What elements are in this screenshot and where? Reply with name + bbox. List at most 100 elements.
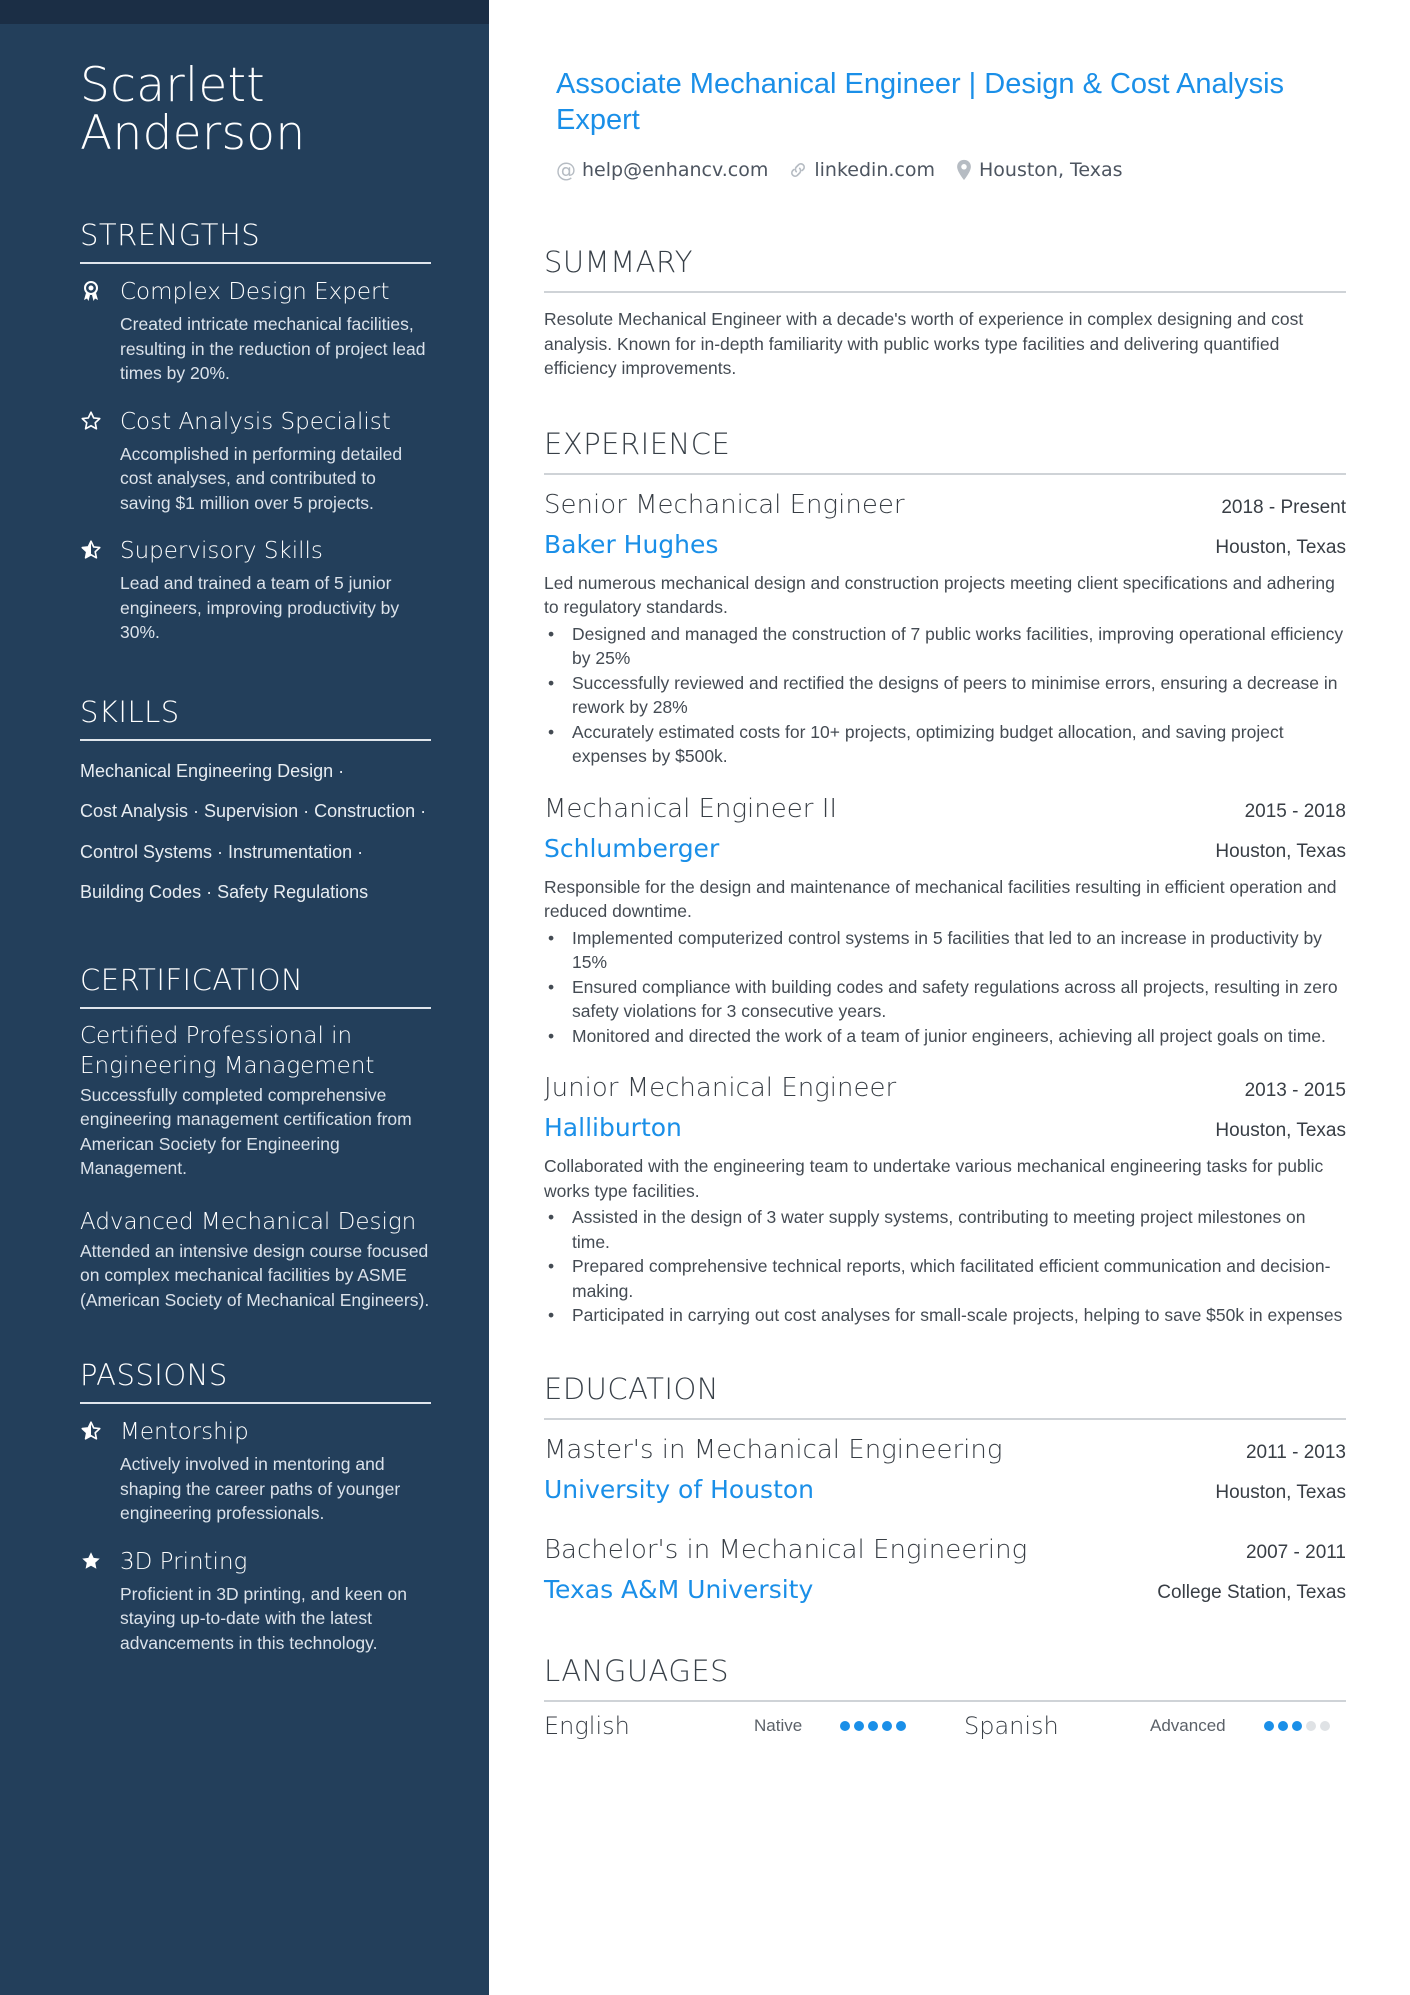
- job-bullets: Implemented computerized control systems…: [544, 926, 1346, 1049]
- language-name: English: [544, 1711, 630, 1740]
- education-subheader: Texas A&M University College Station, Te…: [544, 1570, 1346, 1610]
- certification-section: CERTIFICATION Certified Professional in …: [80, 963, 431, 1313]
- job-bullet: Prepared comprehensive technical reports…: [544, 1254, 1346, 1303]
- section-title-strengths: STRENGTHS: [80, 218, 431, 264]
- headline: Associate Mechanical Engineer | Design &…: [556, 68, 1285, 136]
- sidebar-top-band: [0, 0, 489, 24]
- job-description: Collaborated with the engineering team t…: [544, 1156, 1324, 1201]
- certification-item: Certified Professional in Engineering Ma…: [80, 1021, 431, 1181]
- section-title-education: EDUCATION: [544, 1372, 1346, 1420]
- job-bullet: Ensured compliance with building codes a…: [544, 975, 1346, 1024]
- rating-dot-empty: [1320, 1720, 1330, 1731]
- linkedin-text: linkedin.com: [814, 159, 935, 181]
- job-dates: 2015 - 2018: [1244, 800, 1346, 822]
- school[interactable]: University of Houston: [544, 1470, 814, 1510]
- strength-description: Lead and trained a team of 5 junior engi…: [120, 573, 400, 642]
- job-company[interactable]: Baker Hughes: [544, 525, 718, 565]
- award-ribbon-icon: [80, 280, 102, 302]
- job-dates: 2018 - Present: [1221, 496, 1346, 518]
- job-dates: 2013 - 2015: [1244, 1080, 1346, 1101]
- job-location: Houston, Texas: [1215, 1120, 1346, 1141]
- passions-section: PASSIONS Mentorship Actively involved in…: [80, 1358, 431, 1655]
- strength-item: Complex Design Expert Created intricate …: [80, 276, 431, 386]
- degree: Bachelor's in Mechanical Engineering: [544, 1534, 1028, 1565]
- job-title: Mechanical Engineer II: [544, 793, 838, 824]
- job-description: Responsible for the design and maintenan…: [544, 876, 1337, 922]
- job-bullet: Designed and managed the construction of…: [544, 622, 1346, 671]
- contact-email[interactable]: @ help@enhancv.com: [556, 158, 768, 182]
- location-text: Houston, Texas: [979, 159, 1123, 181]
- first-name: Scarlett: [80, 58, 266, 113]
- job-entry: Mechanical Engineer II 2015 - 2018 Schlu…: [544, 789, 1346, 1049]
- passion-description: Actively involved in mentoring and shapi…: [120, 1454, 401, 1523]
- last-name: Anderson: [80, 106, 306, 161]
- job-title: Senior Mechanical Engineer: [544, 489, 905, 520]
- education-subheader: University of Houston Houston, Texas: [544, 1470, 1346, 1510]
- job-bullet: Implemented computerized control systems…: [544, 926, 1346, 975]
- degree: Master's in Mechanical Engineering: [544, 1434, 1003, 1465]
- passion-title: Mentorship: [120, 1419, 249, 1445]
- rating-dot-filled: [868, 1720, 878, 1731]
- language-level: Native: [754, 1715, 803, 1735]
- education-location: College Station, Texas: [1157, 1581, 1346, 1603]
- strength-description: Created intricate mechanical facilities,…: [120, 314, 426, 383]
- email-text: help@enhancv.com: [582, 159, 769, 181]
- contact-bar: @ help@enhancv.com linkedin.com Houston,…: [556, 158, 1143, 182]
- job-bullets: Designed and managed the construction of…: [544, 622, 1346, 769]
- contact-location: Houston, Texas: [955, 159, 1123, 181]
- star-filled-icon: [80, 1550, 102, 1572]
- strength-title: Supervisory Skills: [120, 538, 323, 564]
- section-title-passions: PASSIONS: [80, 1358, 431, 1404]
- education-header: Master's in Mechanical Engineering 2011 …: [544, 1430, 1346, 1470]
- job-company[interactable]: Halliburton: [544, 1108, 682, 1148]
- job-header: Mechanical Engineer II 2015 - 2018: [544, 789, 1346, 829]
- language-rating: [1264, 1720, 1330, 1731]
- skills-line: Mechanical Engineering Design ·: [80, 760, 345, 781]
- rating-dot-filled: [1292, 1720, 1302, 1731]
- strength-title: Complex Design Expert: [120, 279, 390, 305]
- job-bullet: Assisted in the design of 3 water supply…: [544, 1205, 1346, 1254]
- language-item: Spanish Advanced: [964, 1712, 1330, 1740]
- contact-linkedin[interactable]: linkedin.com: [788, 159, 935, 181]
- skills-list: Mechanical Engineering Design · Cost Ana…: [80, 751, 431, 913]
- rating-dot-filled: [882, 1720, 892, 1731]
- job-bullets: Assisted in the design of 3 water supply…: [544, 1205, 1346, 1328]
- rating-dot-filled: [1278, 1720, 1288, 1731]
- job-subheader: Halliburton Houston, Texas: [544, 1108, 1346, 1148]
- strengths-section: STRENGTHS Complex Design Expert Created …: [80, 218, 431, 645]
- section-title-languages: LANGUAGES: [544, 1654, 1346, 1702]
- sidebar: Scarlett Anderson STRENGTHS Complex Desi…: [0, 0, 489, 1995]
- section-title-certification: CERTIFICATION: [80, 963, 431, 1009]
- job-header: Junior Mechanical Engineer 2013 - 2015: [544, 1068, 1346, 1108]
- summary-section: SUMMARY Resolute Mechanical Engineer wit…: [544, 245, 1346, 381]
- certification-description: Successfully completed comprehensive eng…: [80, 1084, 412, 1179]
- star-half-icon: [80, 1420, 102, 1442]
- skills-line: Control Systems · Instrumentation ·: [80, 841, 364, 862]
- skills-line: Building Codes · Safety Regulations: [80, 882, 369, 902]
- sidebar-content: Scarlett Anderson STRENGTHS Complex Desi…: [80, 62, 431, 1655]
- education-entry: Bachelor's in Mechanical Engineering 200…: [544, 1530, 1346, 1610]
- rating-dot-filled: [896, 1720, 906, 1731]
- job-entry: Senior Mechanical Engineer 2018 - Presen…: [544, 485, 1346, 769]
- strength-item: Cost Analysis Specialist Accomplished in…: [80, 406, 431, 516]
- job-company[interactable]: Schlumberger: [544, 829, 719, 869]
- education-location: Houston, Texas: [1215, 1481, 1346, 1503]
- section-title-summary: SUMMARY: [544, 245, 1346, 293]
- education-section: EDUCATION Master's in Mechanical Enginee…: [544, 1372, 1346, 1610]
- summary-text: Resolute Mechanical Engineer with a deca…: [544, 309, 1304, 378]
- school[interactable]: Texas A&M University: [544, 1570, 813, 1610]
- job-title: Junior Mechanical Engineer: [544, 1073, 897, 1103]
- passion-title: 3D Printing: [120, 1548, 248, 1575]
- education-dates: 2011 - 2013: [1245, 1441, 1346, 1463]
- languages-row: English Native Spanish Advanced: [544, 1712, 1346, 1740]
- job-bullet: Accurately estimated costs for 10+ proje…: [544, 720, 1346, 769]
- location-pin-icon: [955, 159, 973, 181]
- link-icon: [788, 160, 808, 180]
- section-title-skills: SKILLS: [80, 695, 431, 741]
- job-bullet: Monitored and directed the work of a tea…: [544, 1024, 1346, 1049]
- rating-dot-empty: [1306, 1720, 1316, 1731]
- job-subheader: Schlumberger Houston, Texas: [544, 829, 1346, 869]
- job-subheader: Baker Hughes Houston, Texas: [544, 525, 1346, 565]
- job-location: Houston, Texas: [1215, 840, 1346, 862]
- certification-title: Advanced Mechanical Design: [80, 1208, 417, 1235]
